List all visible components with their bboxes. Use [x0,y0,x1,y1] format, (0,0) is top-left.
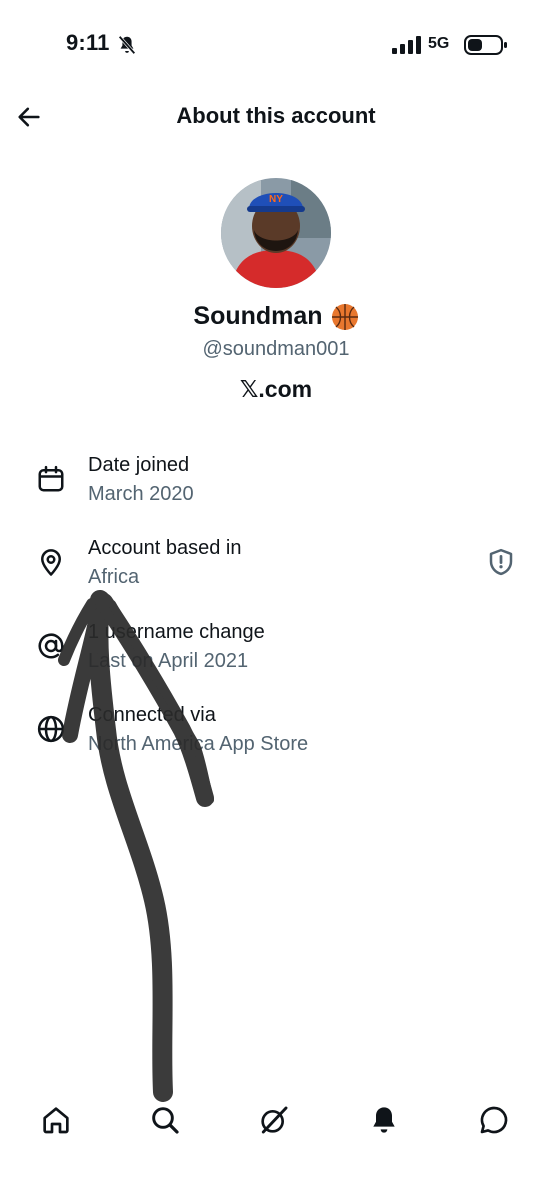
nav-search[interactable] [145,1100,185,1140]
info-label: 1 username change [88,621,265,643]
info-label: Date joined [88,454,190,476]
page-title: About this account [176,103,376,128]
bottom-nav [0,1090,552,1150]
status-bar: 9:11 5G [0,0,552,92]
globe-icon [37,715,65,743]
location-pin-icon [41,549,61,576]
at-sign-icon [38,633,64,659]
shield-icon[interactable] [486,547,516,577]
info-value: North America App Store [88,733,309,755]
info-value: March 2020 [88,483,194,505]
calendar-icon [38,465,64,492]
notifications-bell-icon [373,1107,395,1133]
messages-icon [480,1106,508,1134]
signal-bars-icon [392,36,421,54]
mute-bell-icon [118,35,136,55]
handle: @soundman001 [202,338,350,360]
info-item-username-change: 1 username change Last on April 2021 [0,621,552,691]
info-item-account-based-in: Account based in Africa [0,537,552,607]
info-label: Account based in [88,537,242,559]
info-item-date-joined: Date joined March 2020 [0,454,552,524]
display-name-row: Soundman [0,302,552,331]
info-label: Connected via [88,704,216,726]
source-label: 𝕏.com [239,376,313,402]
status-time: 9:11 [66,30,110,55]
battery-icon [464,35,507,55]
basketball-icon [331,303,358,330]
avatar[interactable]: NY [221,178,331,288]
search-icon [152,1107,179,1134]
info-value: Last on April 2021 [88,650,249,672]
nav-grok[interactable] [254,1100,294,1140]
info-value: Africa [88,566,140,588]
avatar-image: NY [221,178,331,288]
home-icon [43,1107,69,1134]
grok-icon [261,1106,288,1134]
header: About this account [0,92,552,142]
nav-notifications[interactable] [364,1100,404,1140]
nav-messages[interactable] [474,1100,514,1140]
svg-text:NY: NY [269,194,283,205]
info-item-connected-via: Connected via North America App Store [0,704,552,774]
display-name: Soundman [193,302,323,330]
network-label: 5G [428,35,450,52]
nav-home[interactable] [36,1100,76,1140]
